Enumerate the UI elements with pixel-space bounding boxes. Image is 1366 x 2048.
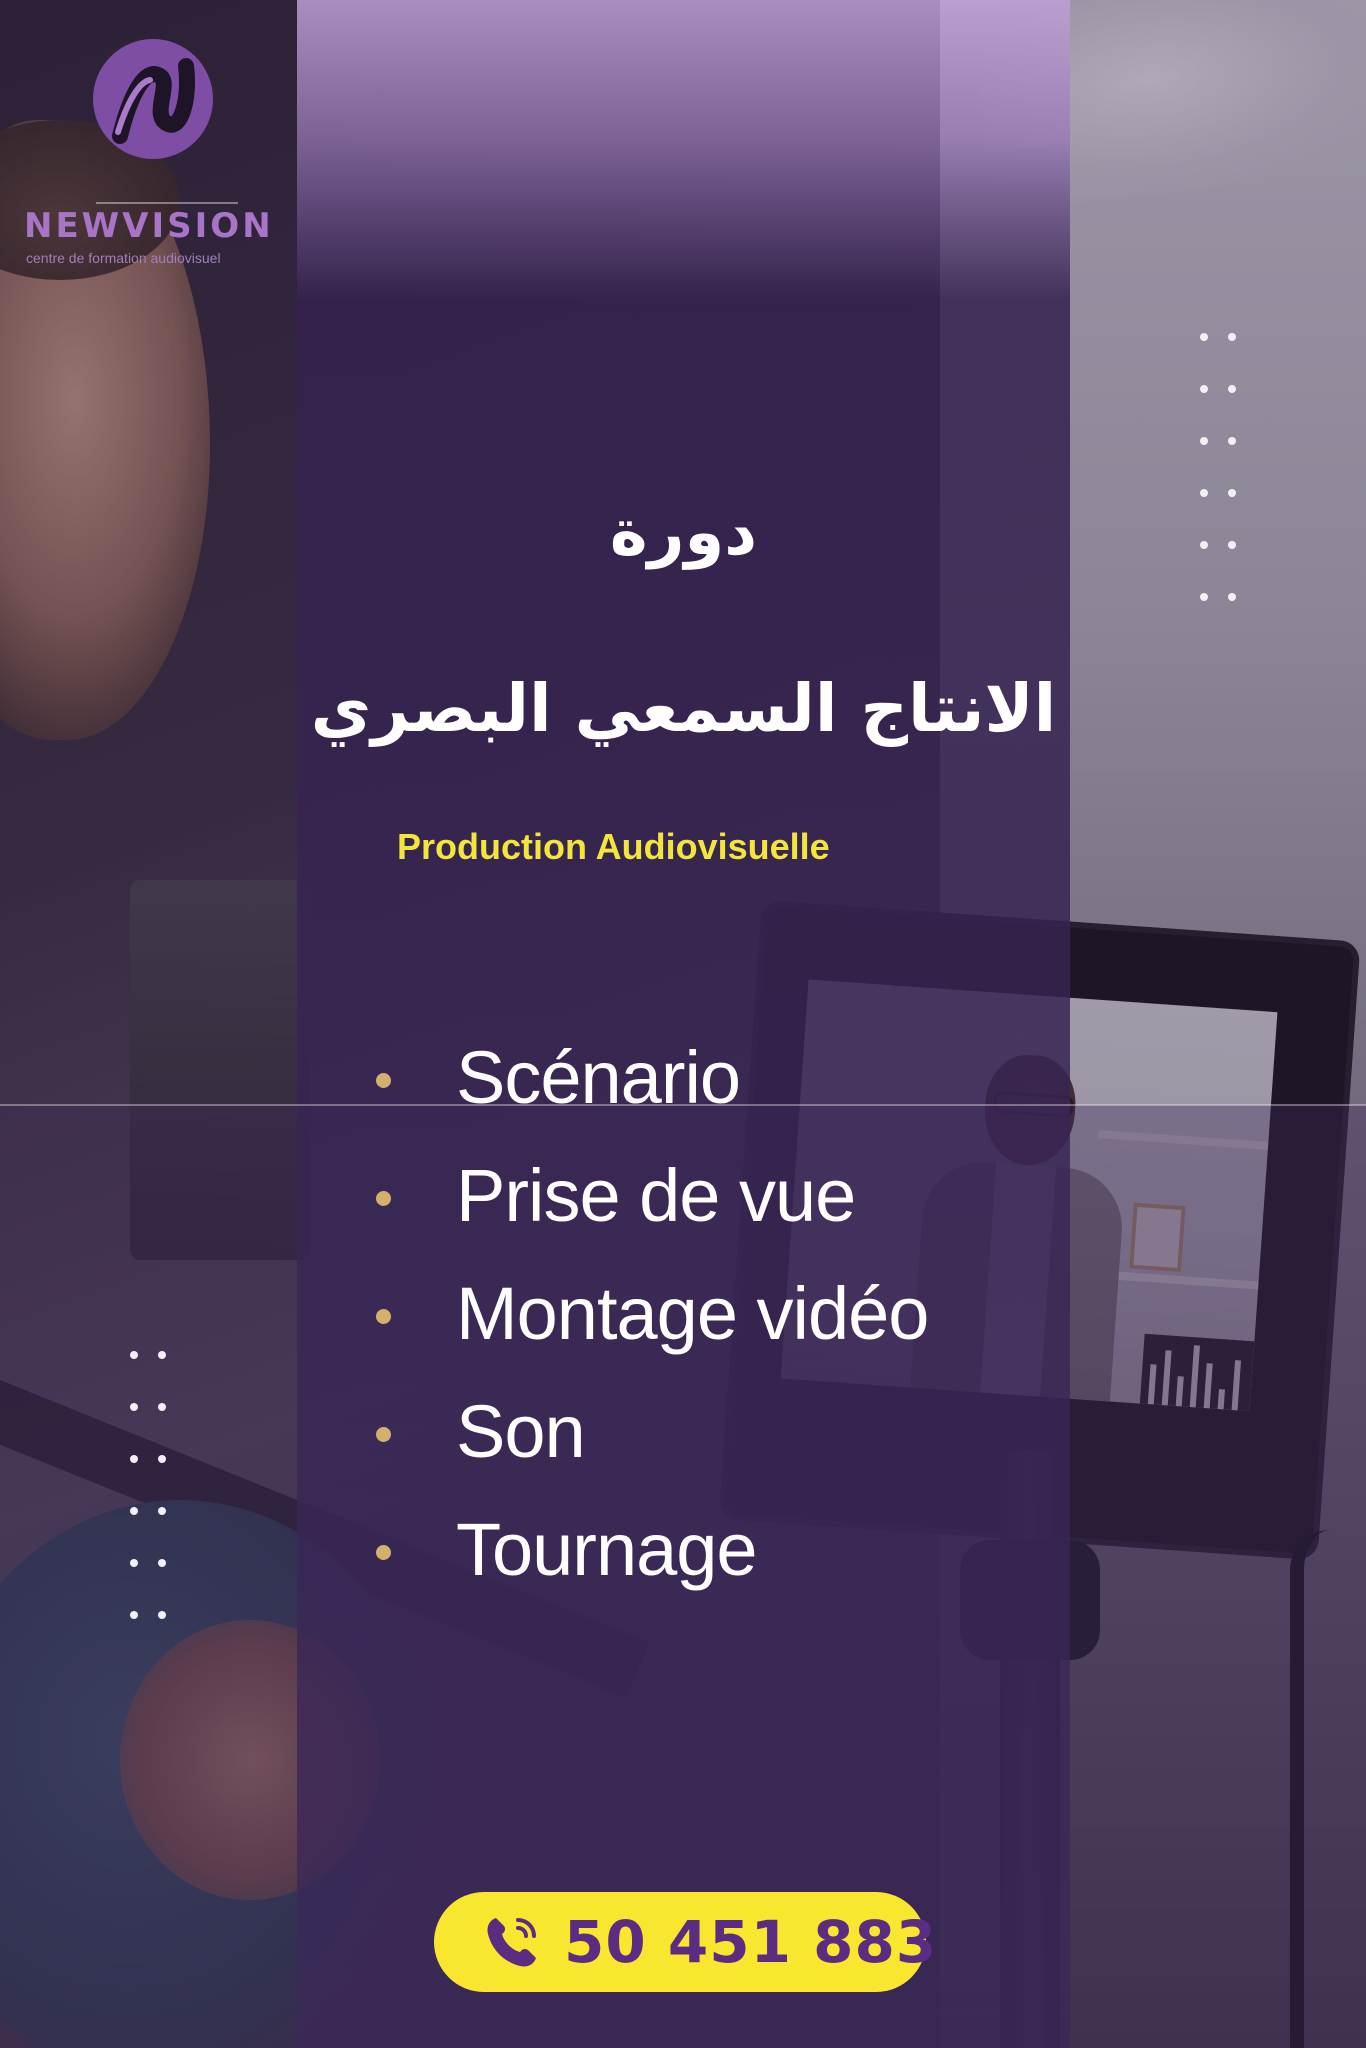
logo-mark-icon — [93, 39, 213, 159]
phone-contact-button[interactable]: 50 451 883 — [434, 1892, 936, 1992]
course-topic: Prise de vue — [456, 1154, 856, 1237]
list-item: Scénario — [372, 1035, 1012, 1153]
bullet-dot — [376, 1309, 391, 1324]
course-label-arabic: دورة — [609, 496, 758, 570]
course-topics-list: Scénario Prise de vue Montage vidéo Son … — [372, 1035, 1012, 1625]
course-topic: Montage vidéo — [456, 1272, 929, 1355]
course-topic: Scénario — [456, 1036, 741, 1119]
logo-divider — [96, 202, 238, 204]
bullet-dot — [376, 1191, 391, 1206]
decorative-dots-right — [1200, 333, 1236, 645]
course-topic: Tournage — [456, 1508, 758, 1591]
phone-icon — [487, 1918, 536, 1967]
list-item: Tournage — [372, 1507, 1012, 1625]
bullet-dot — [376, 1073, 391, 1088]
bullet-dot — [376, 1427, 391, 1442]
list-item: Son — [372, 1389, 1012, 1507]
course-title-french: Production Audiovisuelle — [397, 826, 830, 867]
list-item: Montage vidéo — [372, 1271, 1012, 1389]
logo-name: NEWVISION — [24, 206, 274, 246]
decorative-dots-left — [130, 1351, 166, 1663]
course-title-arabic: الانتاج السمعي البصري — [310, 670, 1057, 747]
bullet-dot — [376, 1545, 391, 1560]
newvision-logo: NEWVISION centre de formation audiovisue… — [18, 30, 288, 270]
logo-tagline: centre de formation audiovisuel — [26, 250, 221, 266]
course-topic: Son — [456, 1390, 586, 1473]
list-item: Prise de vue — [372, 1153, 1012, 1271]
phone-number: 50 451 883 — [564, 1908, 938, 1976]
